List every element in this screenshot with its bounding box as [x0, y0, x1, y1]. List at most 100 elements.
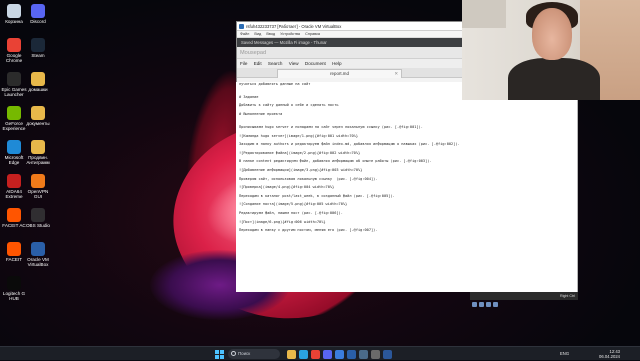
- desktop-icon-label: GeForce Experience: [2, 121, 26, 131]
- mousepad-menubar: File Edit Search View Document Help: [237, 59, 469, 68]
- vbox-menu-input[interactable]: Ввод: [266, 32, 275, 36]
- virtualbox-titlebar[interactable]: rsfuh432233737 [Работает] - Oracle VM Vi…: [237, 22, 469, 31]
- taskbar-word-icon[interactable]: [383, 350, 392, 359]
- network-icon[interactable]: [479, 302, 484, 307]
- guest-panel: Saved Messages — Mozilla Fi image - Thun…: [237, 38, 469, 47]
- desktop-icon-label: документы: [26, 121, 50, 126]
- app-icon: [31, 242, 45, 256]
- app-icon: [31, 38, 45, 52]
- desktop-icon-label: Discord: [30, 19, 46, 24]
- taskbar-obs-icon[interactable]: [371, 350, 380, 359]
- webcam-shelf: [462, 0, 506, 28]
- desktop-icon[interactable]: Продвин. Антиграмм: [25, 140, 51, 165]
- app-icon: [31, 106, 45, 120]
- menu-file[interactable]: File: [240, 61, 247, 66]
- virtualbox-title: rsfuh432233737 [Работает] - Oracle VM Vi…: [246, 24, 342, 29]
- desktop-icon-label: FACEIT: [5, 257, 23, 262]
- app-icon: [7, 242, 21, 256]
- virtualbox-menubar: Файл Вид Ввод Устройства Справка: [237, 31, 469, 38]
- app-icon: [31, 140, 45, 154]
- host-key-label: Right Ctrl: [560, 294, 575, 298]
- app-icon: [7, 106, 21, 120]
- taskbar-telegram-icon[interactable]: [299, 350, 308, 359]
- desktop-icon-label: Epic Games Launcher: [1, 87, 27, 97]
- desktop-icon-label: Steam: [31, 53, 45, 58]
- menu-edit[interactable]: Edit: [254, 61, 262, 66]
- vbox-menu-view[interactable]: Вид: [254, 32, 261, 36]
- editor-text-area[interactable]: лучиться добавлять данные на сайт # Задан…: [236, 82, 578, 292]
- usb-icon[interactable]: [486, 302, 491, 307]
- taskbar-chrome-icon[interactable]: [311, 350, 320, 359]
- desktop-icon-label: Oracle VM VirtualBox: [27, 257, 49, 267]
- mousepad-title: Mousepad: [240, 50, 267, 56]
- taskbar-file-explorer-icon[interactable]: [287, 350, 296, 359]
- app-icon: [7, 276, 21, 290]
- taskbar-virtualbox-icon[interactable]: [347, 350, 356, 359]
- vbox-menu-help[interactable]: Справка: [305, 32, 320, 36]
- desktop-icon[interactable]: Steam: [25, 38, 51, 58]
- app-icon: [7, 208, 21, 222]
- desktop-icon[interactable]: Корзина: [1, 4, 27, 24]
- desktop-icon-label: OBS Studio: [25, 223, 50, 228]
- desktop-icon-label: OpenVPN GUI: [27, 189, 49, 199]
- mousepad-titlebar[interactable]: Mousepad: [237, 47, 469, 59]
- desktop-icon[interactable]: OBS Studio: [25, 208, 51, 228]
- menu-document[interactable]: Document: [305, 61, 326, 66]
- desktop-icon-label: домашки: [28, 87, 48, 92]
- desktop-icon[interactable]: AIDA64 Extreme: [1, 174, 27, 199]
- taskbar-store-icon[interactable]: [335, 350, 344, 359]
- tab-bar: report.md ✕: [237, 68, 469, 78]
- menu-search[interactable]: Search: [268, 61, 283, 66]
- desktop-icons: Корзина Discord Google Chrome Steam Epic Gam…: [0, 0, 60, 301]
- vm-status-bar: Right Ctrl: [470, 292, 578, 307]
- start-button[interactable]: [215, 350, 224, 359]
- disk-icon[interactable]: [472, 302, 477, 307]
- desktop-icon[interactable]: FACEIT: [1, 242, 27, 262]
- desktop-icon[interactable]: FACEIT AC: [1, 208, 27, 228]
- taskbar-steam-icon[interactable]: [359, 350, 368, 359]
- app-icon: [31, 4, 45, 18]
- desktop-icon[interactable]: Logitech G HUB: [1, 276, 27, 301]
- desktop-icon-label: Microsoft Edge: [4, 155, 24, 165]
- desktop-icon[interactable]: Microsoft Edge: [1, 140, 27, 165]
- desktop-icon[interactable]: Epic Games Launcher: [1, 72, 27, 97]
- search-icon: [231, 351, 236, 356]
- language-indicator[interactable]: ENG: [560, 351, 569, 356]
- desktop-icon-label: AIDA64 Extreme: [5, 189, 23, 199]
- close-icon[interactable]: ✕: [394, 70, 398, 78]
- desktop-icon[interactable]: Oracle VM VirtualBox: [25, 242, 51, 267]
- menu-help[interactable]: Help: [332, 61, 341, 66]
- desktop-icon[interactable]: Discord: [25, 4, 51, 24]
- clock[interactable]: 12:43 06.04.2024: [599, 347, 620, 361]
- app-icon: [7, 72, 21, 86]
- vbox-menu-devices[interactable]: Устройства: [280, 32, 300, 36]
- app-icon: [31, 174, 45, 188]
- desktop-icon[interactable]: документы: [25, 106, 51, 126]
- display-icon[interactable]: [493, 302, 498, 307]
- desktop-icon-label: Google Chrome: [5, 53, 23, 63]
- desktop-icon[interactable]: GeForce Experience: [1, 106, 27, 131]
- webcam-person-body: [508, 58, 600, 100]
- vbox-menu-file[interactable]: Файл: [240, 32, 249, 36]
- menu-view[interactable]: View: [289, 61, 299, 66]
- desktop-icon[interactable]: Google Chrome: [1, 38, 27, 63]
- taskbar-discord-icon[interactable]: [323, 350, 332, 359]
- app-icon: [7, 174, 21, 188]
- app-icon: [7, 140, 21, 154]
- guest-panel-tasks[interactable]: Saved Messages — Mozilla Fi image - Thun…: [241, 40, 327, 45]
- app-icon: [31, 72, 45, 86]
- desktop-icon[interactable]: OpenVPN GUI: [25, 174, 51, 199]
- app-icon: [31, 208, 45, 222]
- virtualbox-icon: [239, 24, 244, 29]
- desktop-icon-label: FACEIT AC: [2, 223, 26, 228]
- taskbar: Поиск ENG 12:43 06.04.2024: [0, 346, 640, 360]
- app-icon: [7, 4, 21, 18]
- app-icon: [7, 38, 21, 52]
- tab-report[interactable]: report.md ✕: [277, 69, 402, 78]
- webcam-person-face: [532, 8, 572, 60]
- desktop: Корзина Discord Google Chrome Steam Epic Gam…: [0, 0, 640, 346]
- taskbar-search[interactable]: Поиск: [228, 349, 280, 359]
- desktop-icon-label: Продвин. Антиграмм: [26, 155, 50, 165]
- desktop-icon[interactable]: домашки: [25, 72, 51, 92]
